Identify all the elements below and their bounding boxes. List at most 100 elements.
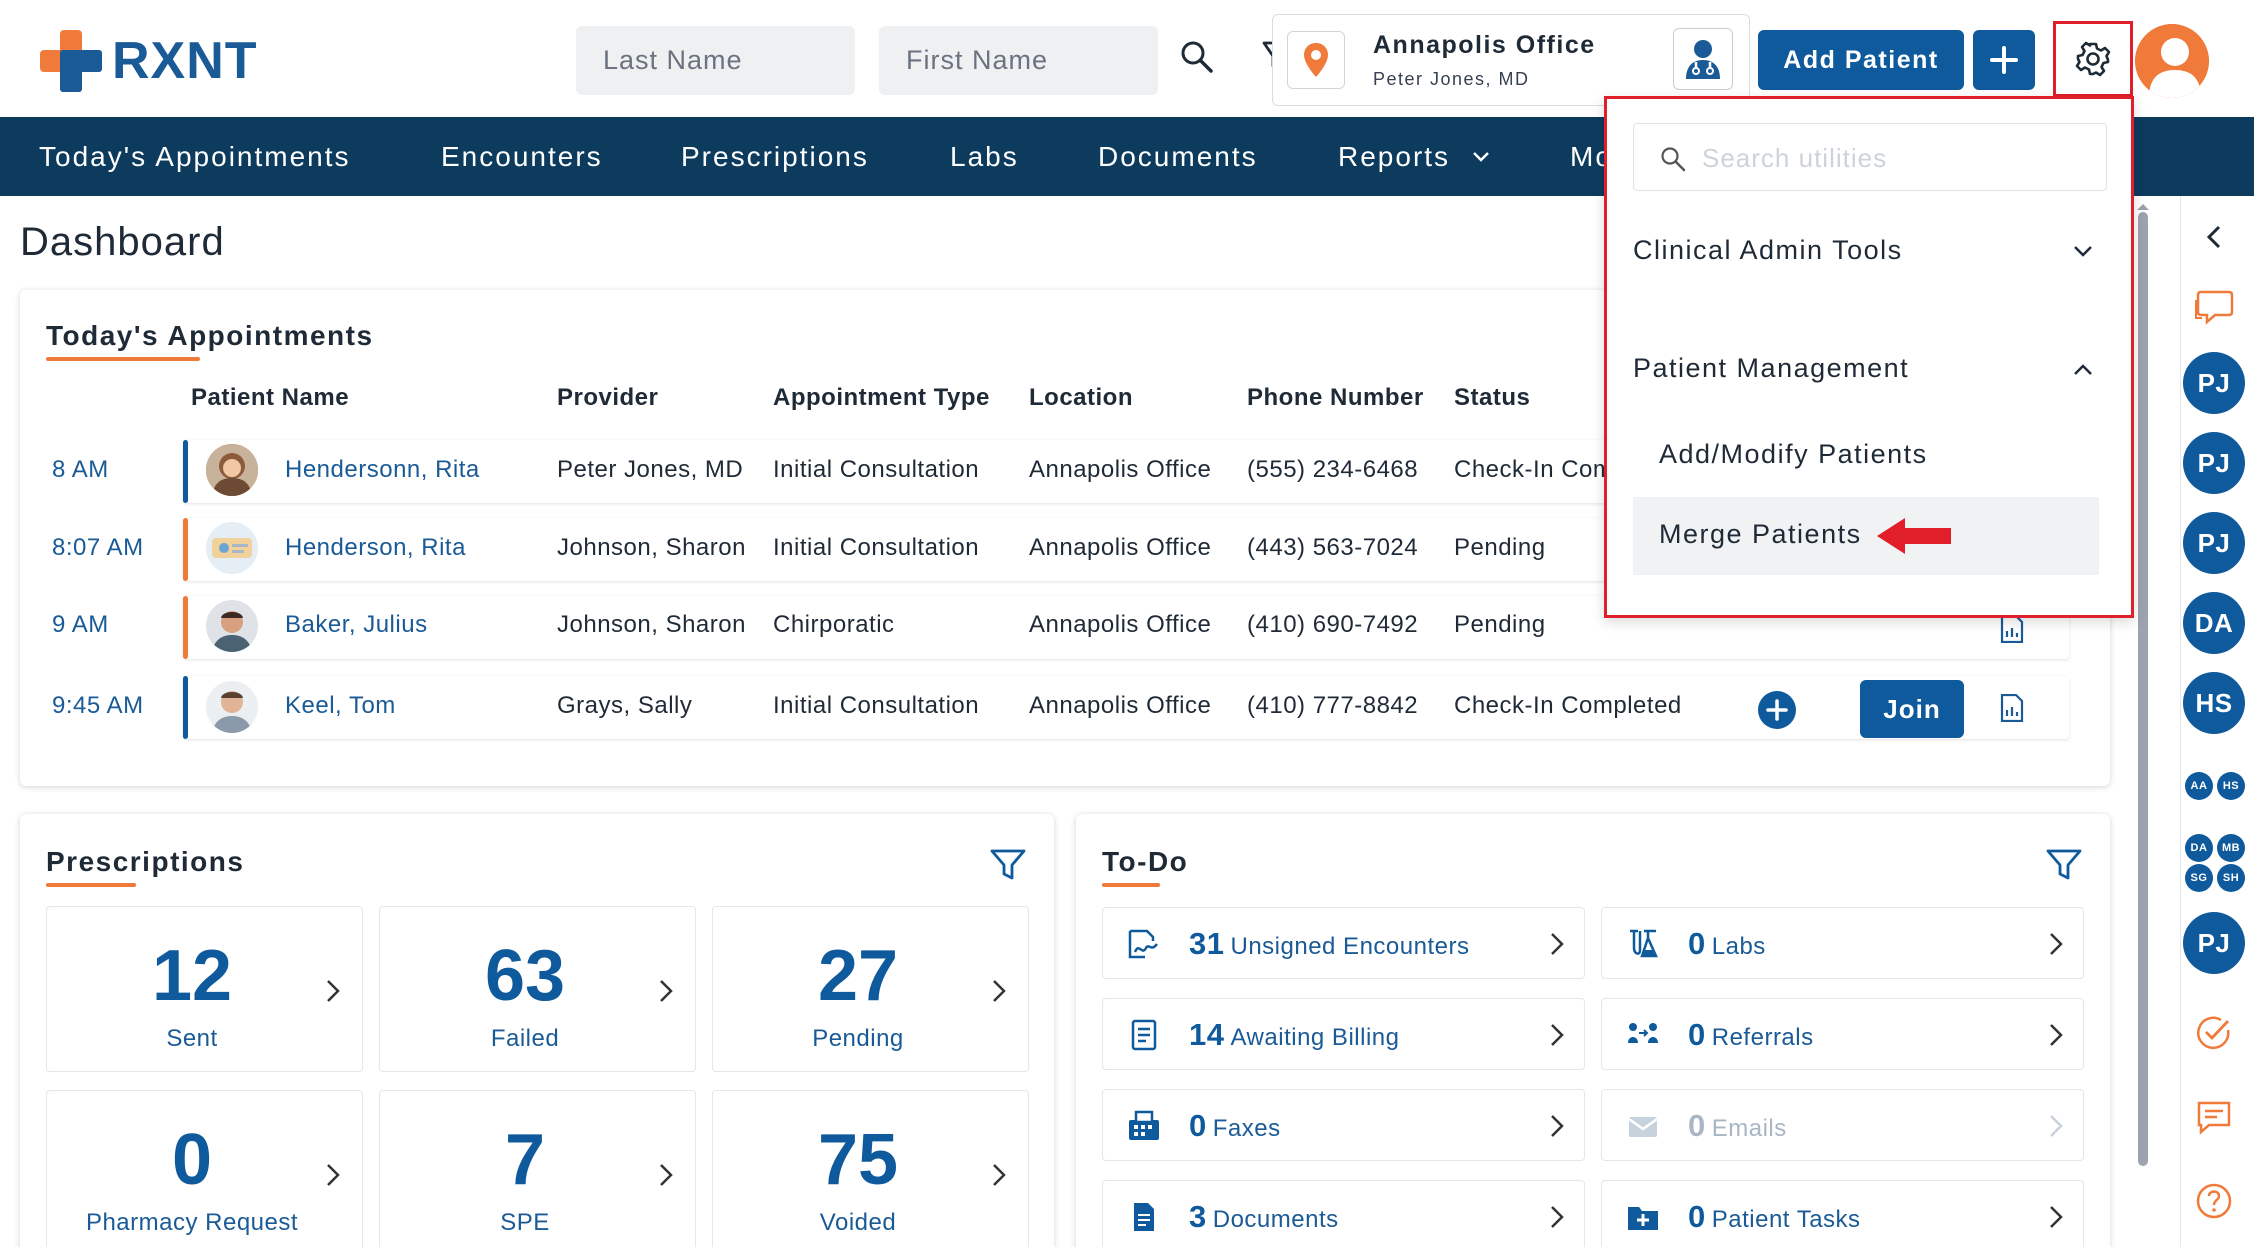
rail-avatar-small[interactable]: AA: [2185, 772, 2213, 800]
menu-item-label: Merge Patients: [1659, 519, 1862, 549]
status-cell: Pending: [1454, 611, 1546, 638]
col-phone-number[interactable]: Phone Number: [1247, 384, 1424, 412]
todo-label: 0 Patient Tasks: [1688, 1199, 1861, 1235]
todo-awaiting-billing[interactable]: 14 Awaiting Billing: [1102, 998, 1585, 1070]
status-cell: Pending: [1454, 534, 1546, 561]
report-icon[interactable]: [1999, 615, 2025, 643]
patient-name-link[interactable]: Hendersonn, Rita: [285, 456, 480, 484]
chevron-right-icon: [327, 980, 340, 1002]
nav-documents[interactable]: Documents: [1098, 117, 1258, 196]
patient-name-link[interactable]: Baker, Julius: [285, 611, 428, 639]
patient-name-link[interactable]: Keel, Tom: [285, 692, 396, 720]
todo-count: 0: [1688, 1199, 1706, 1234]
office-doctor: Peter Jones, MD: [1373, 69, 1530, 89]
chevron-left-icon[interactable]: [2205, 224, 2223, 250]
rxnt-logo[interactable]: RXNT: [40, 30, 258, 92]
add-circle-icon[interactable]: [1757, 690, 1797, 730]
nav-prescriptions[interactable]: Prescriptions: [681, 117, 869, 196]
chevron-right-icon: [993, 980, 1006, 1002]
col-location[interactable]: Location: [1029, 384, 1133, 412]
todo-count: 14: [1189, 1017, 1225, 1052]
todo-faxes[interactable]: 0 Faxes: [1102, 1089, 1585, 1161]
appointment-type-cell: Initial Consultation: [773, 692, 980, 719]
rail-avatar-small[interactable]: DA: [2185, 834, 2213, 862]
rail-avatar[interactable]: HS: [2183, 672, 2245, 734]
provider-button[interactable]: [1673, 28, 1733, 90]
patient-name-link[interactable]: Henderson, Rita: [285, 534, 466, 562]
rail-avatar-small[interactable]: SH: [2217, 864, 2245, 892]
tile-label: Failed: [490, 1025, 560, 1052]
logo-text: RXNT: [112, 32, 258, 90]
utilities-search[interactable]: [1633, 123, 2107, 191]
rail-avatar[interactable]: PJ: [2183, 432, 2245, 494]
chevron-up-icon: [2074, 364, 2092, 375]
title-underline: [46, 357, 200, 361]
rail-avatar[interactable]: DA: [2183, 592, 2245, 654]
todo-label: 0 Referrals: [1688, 1017, 1814, 1053]
plus-icon: [1990, 46, 2018, 74]
rail-avatar[interactable]: PJ: [2183, 512, 2245, 574]
chevron-right-icon: [660, 1164, 673, 1186]
utilities-search-input[interactable]: [1702, 138, 2092, 178]
menu-item-add-modify-patients[interactable]: Add/Modify Patients: [1633, 417, 2099, 495]
check-circle-icon[interactable]: [2195, 1014, 2233, 1052]
chevron-right-icon: [2050, 1115, 2063, 1137]
chat-icon[interactable]: [2193, 288, 2235, 328]
filter-icon[interactable]: [2046, 849, 2082, 881]
section-clinical-admin-tools[interactable]: Clinical Admin Tools: [1633, 221, 2107, 281]
patient-photo: [206, 444, 258, 496]
settings-button[interactable]: [2053, 21, 2133, 97]
todo-unsigned-encounters[interactable]: 31 Unsigned Encounters: [1102, 907, 1585, 979]
rail-avatar-small[interactable]: SG: [2185, 864, 2213, 892]
rx-tile-sent[interactable]: 12 Sent: [46, 906, 363, 1072]
prescriptions-title: Prescriptions: [46, 846, 245, 877]
chevron-down-icon: [1473, 151, 1489, 162]
menu-item-merge-patients[interactable]: Merge Patients: [1633, 497, 2099, 575]
todo-referrals[interactable]: 0 Referrals: [1601, 998, 2084, 1070]
todo-patient-tasks[interactable]: 0 Patient Tasks: [1601, 1180, 2084, 1247]
phone-cell: (555) 234-6468: [1247, 456, 1419, 483]
nav-reports[interactable]: Reports: [1338, 117, 1490, 196]
col-appointment-type[interactable]: Appointment Type: [773, 384, 990, 412]
search-icon[interactable]: [1180, 40, 1214, 74]
col-status[interactable]: Status: [1454, 384, 1530, 412]
todo-emails[interactable]: 0 Emails: [1601, 1089, 2084, 1161]
first-name-input[interactable]: [879, 26, 1158, 95]
section-patient-management[interactable]: Patient Management: [1633, 339, 2107, 399]
user-avatar[interactable]: [2135, 24, 2209, 98]
user-icon: [2135, 24, 2209, 98]
nav-labs[interactable]: Labs: [950, 117, 1019, 196]
scrollbar-thumb[interactable]: [2138, 212, 2148, 1166]
appointment-type-cell: Initial Consultation: [773, 456, 980, 483]
message-icon[interactable]: [2195, 1100, 2233, 1136]
help-icon[interactable]: [2195, 1182, 2233, 1220]
rx-tile-pending[interactable]: 27 Pending: [712, 906, 1029, 1072]
col-patient-name[interactable]: Patient Name: [191, 384, 349, 412]
nav-encounters[interactable]: Encounters: [441, 117, 603, 196]
rail-avatar-small[interactable]: MB: [2217, 834, 2245, 862]
last-name-input[interactable]: [576, 26, 855, 95]
rail-avatar[interactable]: PJ: [2183, 912, 2245, 974]
rail-avatar-small[interactable]: HS: [2217, 772, 2245, 800]
col-provider[interactable]: Provider: [557, 384, 658, 412]
rail-avatar[interactable]: PJ: [2183, 352, 2245, 414]
add-patient-button[interactable]: Add Patient: [1758, 30, 1964, 90]
chevron-right-icon: [1551, 1206, 1564, 1228]
phone-cell: (443) 563-7024: [1247, 534, 1419, 561]
quick-add-button[interactable]: [1973, 30, 2035, 90]
nav-todays-appointments[interactable]: Today's Appointments: [39, 117, 351, 196]
report-icon[interactable]: [1999, 694, 2025, 722]
rx-tile-voided[interactable]: 75 Voided: [712, 1090, 1029, 1247]
todo-documents[interactable]: 3 Documents: [1102, 1180, 1585, 1247]
location-cell: Annapolis Office: [1029, 611, 1212, 638]
join-button[interactable]: Join: [1860, 680, 1964, 738]
todo-text: Labs: [1711, 933, 1766, 960]
rx-tile-failed[interactable]: 63 Failed: [379, 906, 696, 1072]
provider-cell: Grays, Sally: [557, 692, 693, 719]
todo-labs[interactable]: 0 Labs: [1601, 907, 2084, 979]
rx-tile-pharmacy-request[interactable]: 0 Pharmacy Request: [46, 1090, 363, 1247]
provider-cell: Peter Jones, MD: [557, 456, 744, 483]
rx-tile-spe[interactable]: 7 SPE: [379, 1090, 696, 1247]
location-cell: Annapolis Office: [1029, 692, 1212, 719]
filter-icon[interactable]: [990, 849, 1026, 881]
